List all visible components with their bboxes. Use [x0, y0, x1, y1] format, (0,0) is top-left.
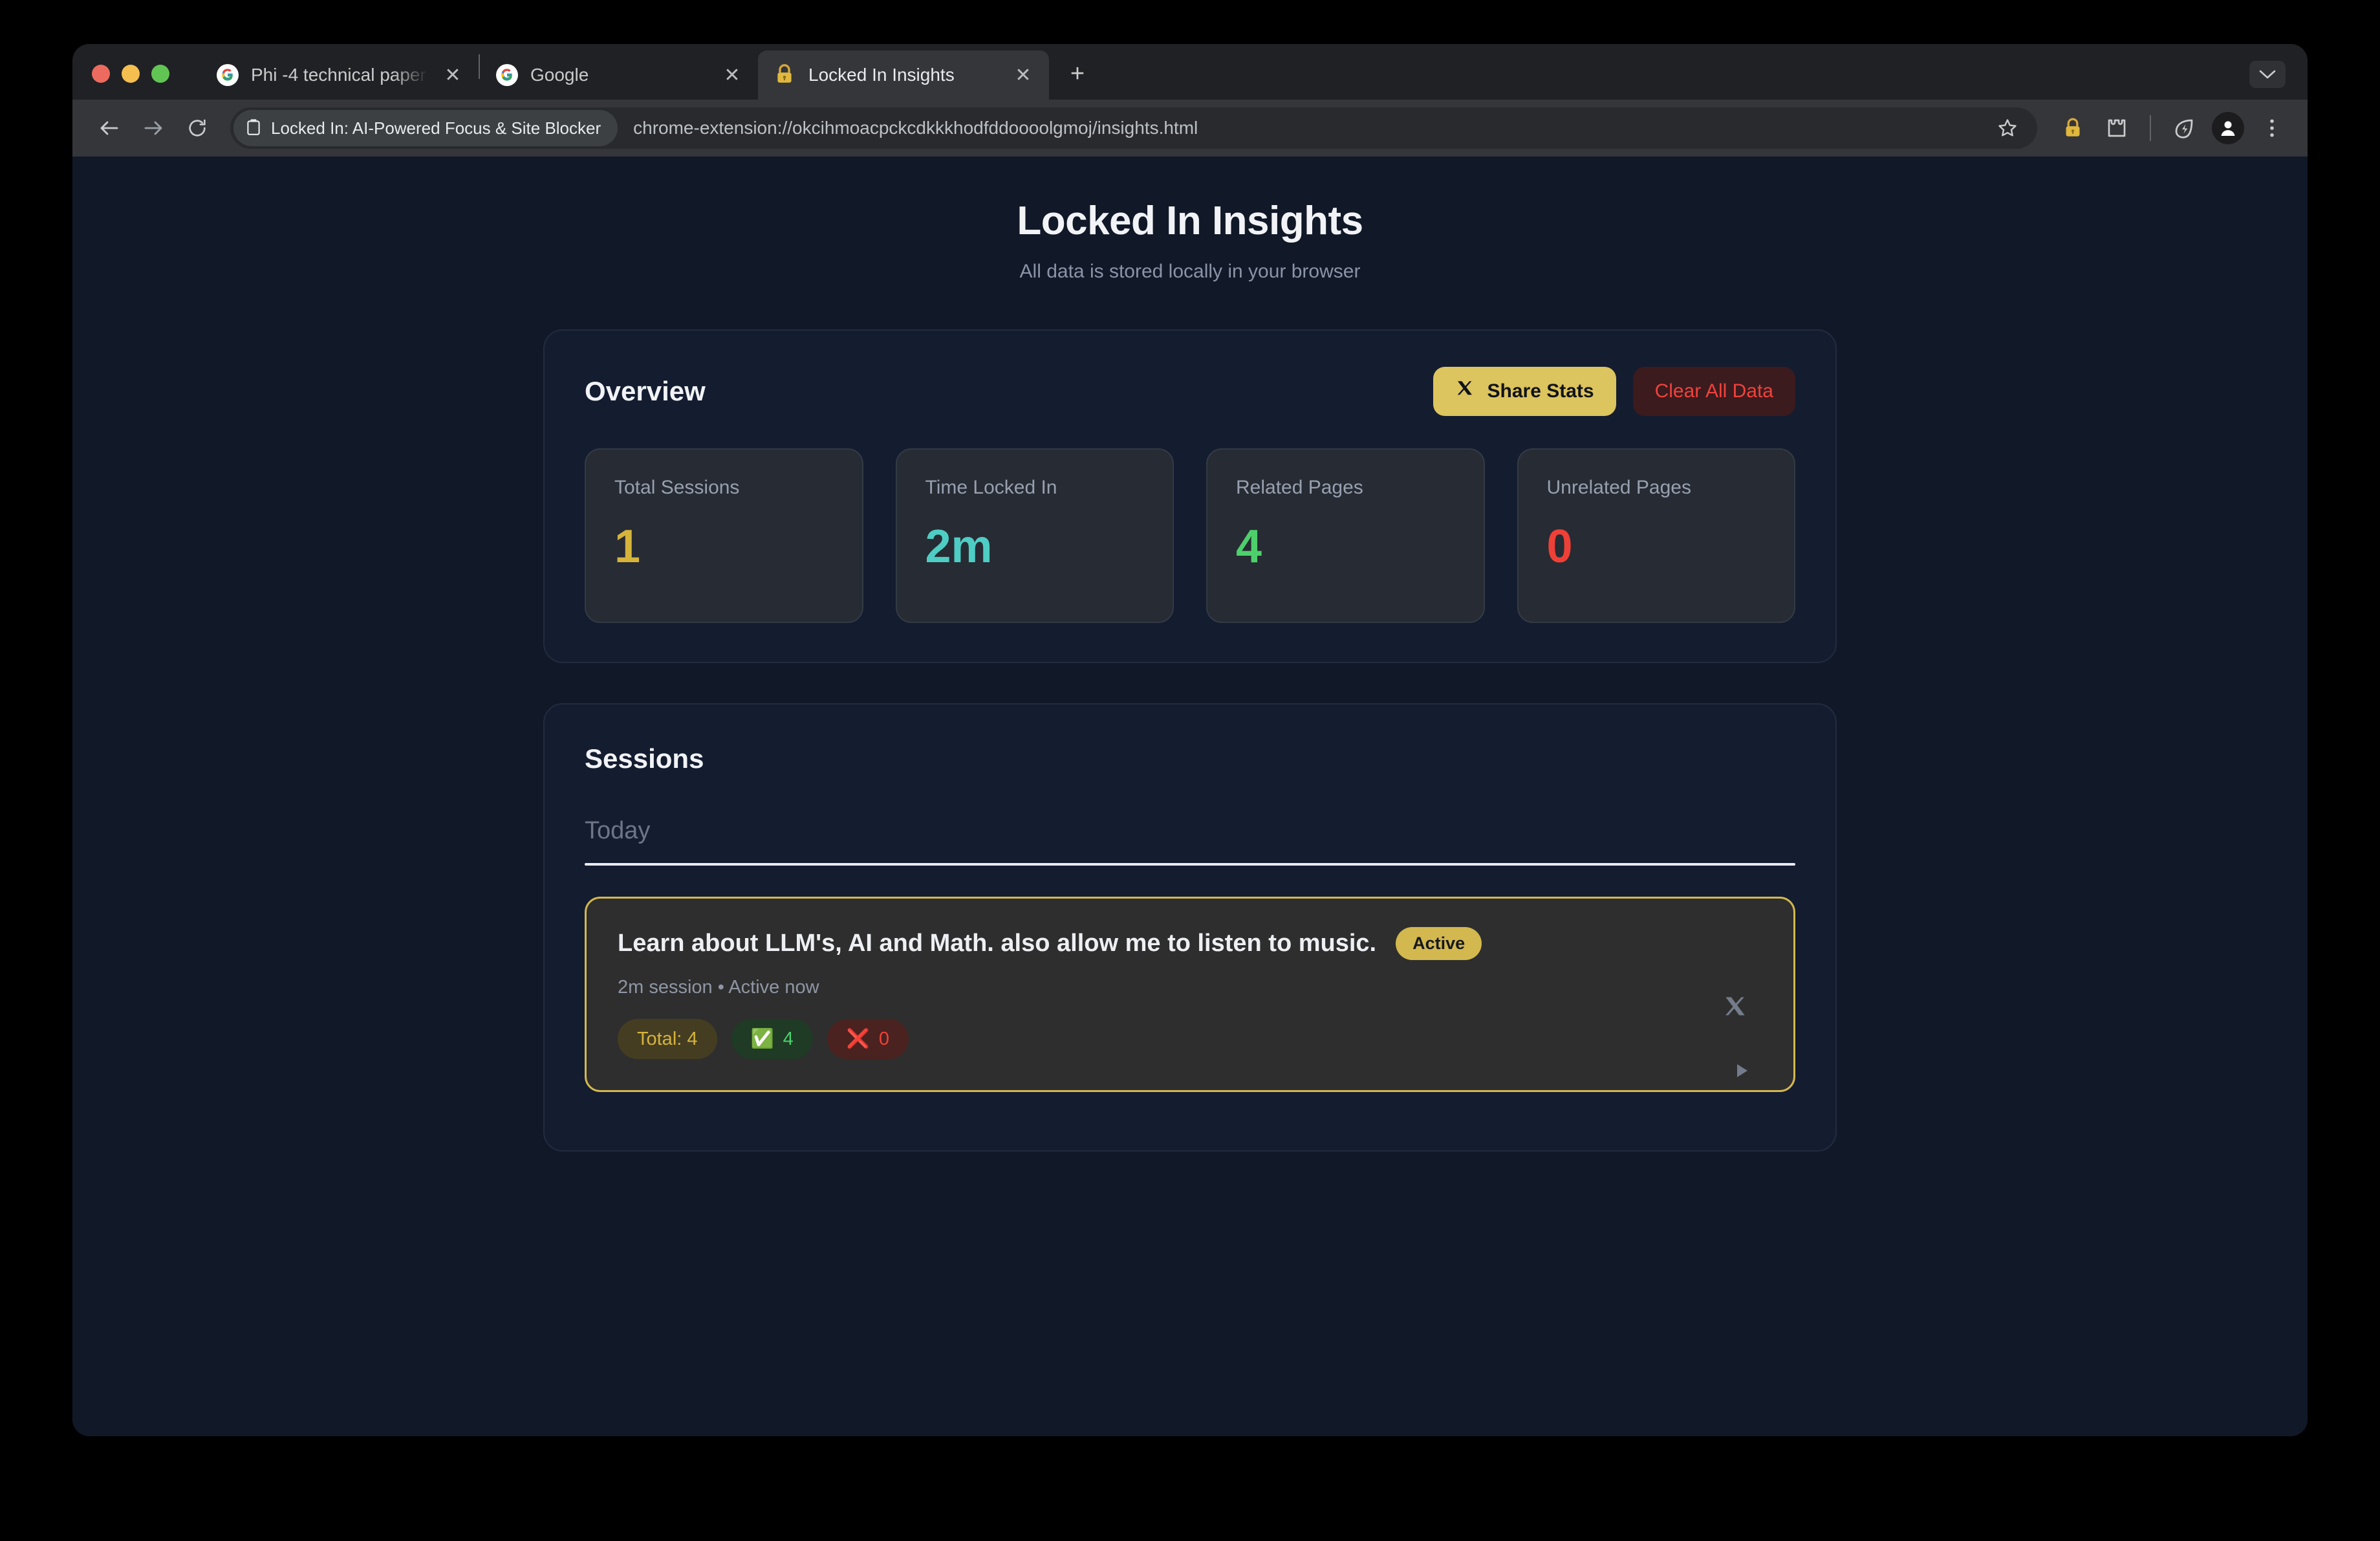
- session-card[interactable]: Learn about LLM's, AI and Math. also all…: [585, 897, 1795, 1092]
- stat-value: 4: [1236, 523, 1455, 570]
- stat-card-unrelated-pages: Unrelated Pages 0: [1517, 448, 1796, 623]
- address-bar-url: chrome-extension://okcihmoacpckcdkkkhodf…: [633, 118, 1988, 138]
- stat-label: Total Sessions: [614, 477, 834, 499]
- chip-unrelated-pages: ❌ 0: [827, 1019, 909, 1059]
- session-title-row: Learn about LLM's, AI and Math. also all…: [618, 927, 1762, 960]
- browser-tab-phi4[interactable]: Phi -4 technical paper - Goog ✕: [200, 50, 479, 100]
- stats-grid: Total Sessions 1 Time Locked In 2m Relat…: [585, 448, 1795, 623]
- tab-strip: Phi -4 technical paper - Goog ✕ Google ✕: [72, 44, 2308, 100]
- extensions-puzzle-icon[interactable]: [2097, 108, 2137, 148]
- browser-tab-title: Google: [530, 65, 708, 85]
- sessions-group-label: Today: [585, 817, 1795, 845]
- clear-all-data-label: Clear All Data: [1655, 380, 1773, 402]
- energy-saver-leaf-icon[interactable]: [2164, 108, 2204, 148]
- close-tab-button[interactable]: ✕: [440, 62, 466, 88]
- stat-value: 2m: [925, 523, 1145, 570]
- chip-label: 4: [783, 1029, 794, 1050]
- lock-icon: [774, 63, 797, 87]
- chip-label: 0: [879, 1029, 889, 1050]
- overview-panel: Overview Share Stats Clear All Data: [543, 329, 1837, 663]
- page-subtitle: All data is stored locally in your brows…: [543, 261, 1837, 283]
- close-tab-button[interactable]: ✕: [719, 62, 745, 88]
- site-info-chip[interactable]: Locked In: AI-Powered Focus & Site Block…: [233, 110, 618, 146]
- close-tab-button[interactable]: ✕: [1010, 62, 1036, 88]
- kebab-menu-icon[interactable]: [2252, 108, 2292, 148]
- session-chips: Total: 4 ✅ 4 ❌ 0: [618, 1019, 1762, 1059]
- share-stats-label: Share Stats: [1488, 380, 1594, 402]
- google-icon: [216, 63, 239, 87]
- browser-tab-title: Phi -4 technical paper - Goog: [251, 65, 428, 85]
- browser-tab-title: Locked In Insights: [808, 65, 999, 85]
- stat-label: Time Locked In: [925, 477, 1145, 499]
- maximize-window-button[interactable]: [151, 65, 169, 83]
- session-status-badge: Active: [1396, 927, 1482, 960]
- reload-icon[interactable]: [177, 108, 217, 148]
- stat-label: Unrelated Pages: [1547, 477, 1766, 499]
- forward-arrow-icon[interactable]: [133, 108, 173, 148]
- stat-card-time-locked-in: Time Locked In 2m: [896, 448, 1174, 623]
- stat-value: 0: [1547, 523, 1766, 570]
- expand-triangle-icon[interactable]: [1734, 1062, 1751, 1085]
- plus-icon: +: [1070, 60, 1085, 88]
- toolbar-separator: [2150, 115, 2151, 141]
- extension-lock-icon[interactable]: [2053, 108, 2093, 148]
- share-stats-button[interactable]: Share Stats: [1433, 367, 1616, 416]
- stat-label: Related Pages: [1236, 477, 1455, 499]
- cross-mark-icon: ❌: [847, 1030, 870, 1049]
- chip-total: Total: 4: [618, 1019, 717, 1059]
- stat-value: 1: [614, 523, 834, 570]
- stat-card-related-pages: Related Pages 4: [1206, 448, 1485, 623]
- check-mark-icon: ✅: [751, 1030, 774, 1049]
- session-title: Learn about LLM's, AI and Math. also all…: [618, 930, 1376, 957]
- overview-title: Overview: [585, 376, 706, 407]
- sessions-panel: Sessions Today Learn about LLM's, AI and…: [543, 703, 1837, 1152]
- browser-window: Phi -4 technical paper - Goog ✕ Google ✕: [72, 44, 2308, 1436]
- chip-related-pages: ✅ 4: [731, 1019, 813, 1059]
- bookmark-star-icon[interactable]: [1988, 109, 2027, 148]
- window-traffic-lights: [92, 65, 169, 100]
- x-twitter-icon: [1455, 379, 1475, 404]
- tab-search-chevron-down-icon[interactable]: [2249, 61, 2286, 88]
- stat-card-total-sessions: Total Sessions 1: [585, 448, 863, 623]
- profile-avatar-icon[interactable]: [2208, 108, 2248, 148]
- new-tab-button[interactable]: +: [1059, 56, 1096, 92]
- sessions-group-divider: [585, 863, 1795, 866]
- overview-header: Overview Share Stats Clear All Data: [585, 367, 1795, 416]
- avatar: [2212, 112, 2244, 144]
- clear-all-data-button[interactable]: Clear All Data: [1633, 367, 1795, 416]
- browser-tab-locked-in-insights[interactable]: Locked In Insights ✕: [758, 50, 1049, 100]
- browser-tab-google[interactable]: Google ✕: [480, 50, 758, 100]
- google-icon: [495, 63, 519, 87]
- x-twitter-icon[interactable]: [1722, 994, 1748, 1023]
- page-title: Locked In Insights: [543, 198, 1837, 244]
- chip-label: Total: 4: [637, 1029, 698, 1050]
- sessions-title: Sessions: [585, 743, 1795, 774]
- overview-actions: Share Stats Clear All Data: [1433, 367, 1796, 416]
- back-arrow-icon[interactable]: [89, 108, 129, 148]
- extension-page: Locked In Insights All data is stored lo…: [72, 157, 2308, 1436]
- close-window-button[interactable]: [92, 65, 110, 83]
- address-bar[interactable]: Locked In: AI-Powered Focus & Site Block…: [230, 107, 2037, 149]
- minimize-window-button[interactable]: [122, 65, 140, 83]
- browser-toolbar: Locked In: AI-Powered Focus & Site Block…: [72, 100, 2308, 157]
- site-chip-label: Locked In: AI-Powered Focus & Site Block…: [271, 118, 601, 138]
- extension-page-icon: [245, 118, 262, 139]
- session-meta: 2m session • Active now: [618, 977, 1762, 998]
